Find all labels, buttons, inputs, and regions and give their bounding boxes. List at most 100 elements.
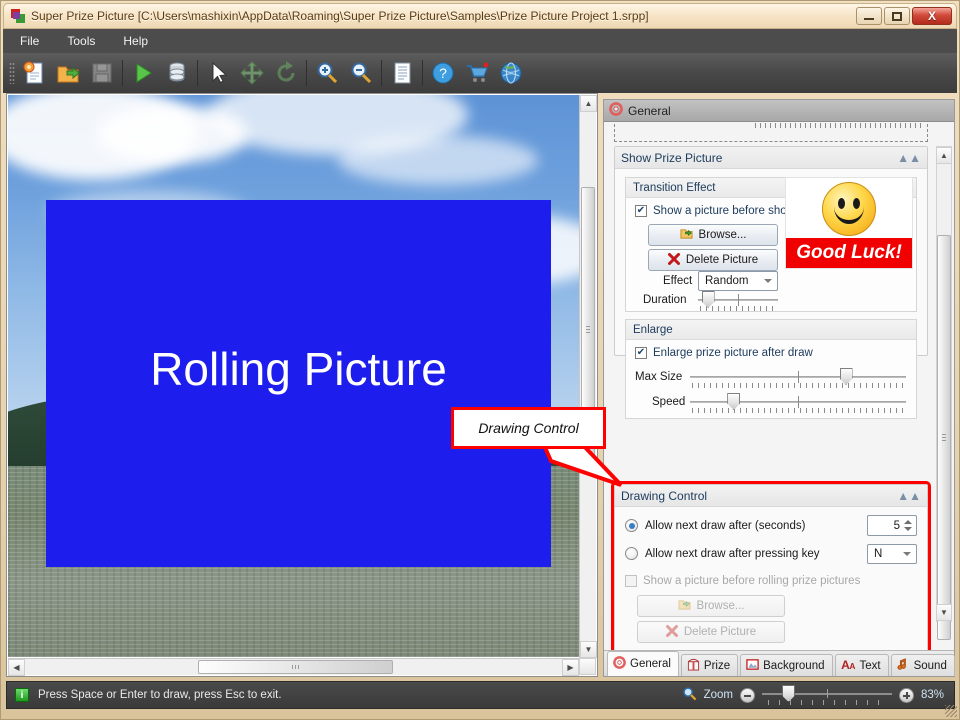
panel-scroll-thumb[interactable] bbox=[937, 235, 951, 640]
effect-label: Effect bbox=[663, 275, 693, 287]
enlarge-prize-picture-label: Enlarge prize picture after draw bbox=[653, 347, 813, 359]
run-play-icon[interactable] bbox=[126, 56, 160, 90]
scroll-left-arrow-icon[interactable]: ◀ bbox=[8, 659, 25, 676]
title-bar[interactable]: Super Prize Picture [C:\Users\mashixin\A… bbox=[3, 3, 957, 29]
panel-header: General bbox=[604, 100, 954, 122]
checkbox-box: ✔ bbox=[635, 205, 647, 217]
tab-text[interactable]: A A Text bbox=[834, 654, 889, 676]
new-project-icon[interactable] bbox=[17, 56, 51, 90]
gift-icon bbox=[687, 658, 700, 674]
window-controls: X bbox=[856, 7, 952, 25]
pointer-select-icon[interactable] bbox=[201, 56, 235, 90]
tab-prize[interactable]: Prize bbox=[680, 654, 739, 676]
spinner-down-icon[interactable] bbox=[904, 527, 912, 531]
toolbar-separator bbox=[306, 60, 307, 86]
toolbar-grip[interactable] bbox=[9, 62, 15, 84]
horizontal-scroll-thumb[interactable] bbox=[198, 660, 393, 674]
canvas-viewport[interactable]: Rolling Picture bbox=[8, 95, 580, 657]
rolling-picture-label: Rolling Picture bbox=[150, 343, 447, 395]
scroll-right-arrow-icon[interactable]: ▶ bbox=[562, 659, 579, 676]
drawing-control-header[interactable]: Drawing Control ▲▲ bbox=[615, 485, 927, 507]
toolbar: ? bbox=[3, 53, 957, 93]
scroll-down-arrow-icon[interactable]: ▼ bbox=[580, 641, 597, 658]
menu-item-help[interactable]: Help bbox=[120, 32, 151, 50]
document-icon[interactable] bbox=[385, 56, 419, 90]
app-logo-icon bbox=[11, 9, 25, 23]
cart-icon[interactable] bbox=[460, 56, 494, 90]
drawing-control-group: Drawing Control ▲▲ Allow next draw after… bbox=[611, 481, 931, 650]
effect-combobox[interactable]: Random bbox=[698, 271, 778, 291]
zoom-in-icon[interactable] bbox=[310, 56, 344, 90]
panel-scroll-down-arrow-icon[interactable]: ▼ bbox=[936, 604, 952, 621]
zoom-controls: Zoom 83% bbox=[682, 684, 954, 706]
save-project-icon bbox=[85, 56, 119, 90]
seconds-spinner[interactable]: 5 bbox=[867, 515, 917, 536]
zoom-out-icon[interactable] bbox=[344, 56, 378, 90]
transition-picture-preview[interactable]: Good Luck! bbox=[785, 177, 913, 269]
scroll-up-arrow-icon[interactable]: ▲ bbox=[580, 95, 597, 112]
panel-tabs: General Prize Background A A Text Sound bbox=[604, 650, 955, 676]
collapse-chevron-icon[interactable]: ▲▲ bbox=[897, 152, 921, 164]
properties-panel: General Show Prize Picture ▲▲ Transition… bbox=[603, 99, 955, 677]
zoom-in-button[interactable] bbox=[898, 687, 914, 703]
window-resize-grip[interactable] bbox=[945, 705, 957, 717]
show-picture-before-rolling-checkbox: Show a picture before rolling prize pict… bbox=[625, 575, 860, 587]
delete-x-icon bbox=[667, 252, 680, 268]
chevron-down-icon bbox=[764, 279, 772, 283]
show-picture-before-rolling-label: Show a picture before rolling prize pict… bbox=[643, 575, 861, 587]
svg-text:?: ? bbox=[439, 65, 447, 81]
toolbar-separator bbox=[122, 60, 123, 86]
menu-item-file[interactable]: File bbox=[17, 32, 42, 50]
tab-background[interactable]: Background bbox=[740, 654, 833, 676]
zoom-slider[interactable] bbox=[761, 684, 892, 706]
radio-dot bbox=[625, 519, 638, 532]
show-prize-picture-header[interactable]: Show Prize Picture ▲▲ bbox=[615, 147, 927, 169]
max-size-slider[interactable] bbox=[690, 367, 906, 389]
scrollbar-corner bbox=[579, 658, 596, 675]
help-icon[interactable]: ? bbox=[426, 56, 460, 90]
key-combobox[interactable]: N bbox=[867, 544, 917, 564]
checkbox-box bbox=[625, 575, 637, 587]
chevron-down-icon bbox=[903, 552, 911, 556]
duration-slider[interactable] bbox=[698, 290, 778, 312]
zoom-out-button[interactable] bbox=[739, 687, 755, 703]
enlarge-prize-picture-checkbox[interactable]: ✔ Enlarge prize picture after draw bbox=[635, 347, 813, 359]
panel-vertical-scrollbar[interactable]: ▲ ▼ bbox=[936, 146, 952, 640]
transition-delete-picture-button[interactable]: Delete Picture bbox=[648, 249, 778, 271]
minimize-button[interactable] bbox=[856, 7, 882, 25]
rolling-picture-box[interactable]: Rolling Picture bbox=[46, 200, 551, 567]
drawing-browse-label: Browse... bbox=[696, 600, 745, 612]
gear-icon bbox=[609, 102, 623, 119]
maximize-button[interactable] bbox=[884, 7, 910, 25]
enlarge-subgroup: Enlarge ✔ Enlarge prize picture after dr… bbox=[625, 319, 917, 419]
open-project-icon[interactable] bbox=[51, 56, 85, 90]
spinner-up-icon[interactable] bbox=[904, 520, 912, 524]
show-prize-picture-group: Show Prize Picture ▲▲ Transition Effect … bbox=[614, 146, 928, 419]
collapse-chevron-icon[interactable]: ▲▲ bbox=[897, 490, 921, 502]
info-icon: i bbox=[15, 688, 29, 702]
radio-allow-next-draw-seconds[interactable]: Allow next draw after (seconds) bbox=[625, 519, 805, 532]
tab-sound[interactable]: Sound bbox=[890, 654, 955, 676]
menu-item-tools[interactable]: Tools bbox=[64, 32, 98, 50]
speed-slider[interactable] bbox=[690, 392, 906, 414]
speed-label: Speed bbox=[652, 396, 686, 408]
database-icon[interactable] bbox=[160, 56, 194, 90]
globe-icon[interactable] bbox=[494, 56, 528, 90]
tab-background-label: Background bbox=[763, 659, 825, 672]
show-prize-picture-title: Show Prize Picture bbox=[621, 150, 723, 165]
callout-text: Drawing Control bbox=[478, 420, 579, 436]
canvas-vertical-scrollbar[interactable]: ▲ ▼ bbox=[579, 95, 597, 658]
radio-allow-next-draw-key[interactable]: Allow next draw after pressing key bbox=[625, 547, 820, 560]
window-title: Super Prize Picture [C:\Users\mashixin\A… bbox=[31, 9, 649, 23]
tab-general[interactable]: General bbox=[607, 651, 679, 676]
image-icon bbox=[746, 658, 759, 674]
canvas-client-area[interactable]: Rolling Picture ▲ ▼ ◀ ▶ bbox=[6, 93, 598, 677]
transition-browse-button[interactable]: Browse... bbox=[648, 224, 778, 246]
tab-prize-label: Prize bbox=[703, 659, 731, 672]
delete-x-icon bbox=[665, 624, 678, 640]
canvas-horizontal-scrollbar[interactable]: ◀ ▶ bbox=[8, 658, 579, 676]
close-button[interactable]: X bbox=[912, 7, 952, 25]
clipped-group-above bbox=[614, 123, 928, 142]
rotate-icon bbox=[269, 56, 303, 90]
panel-scroll-up-arrow-icon[interactable]: ▲ bbox=[936, 147, 952, 164]
